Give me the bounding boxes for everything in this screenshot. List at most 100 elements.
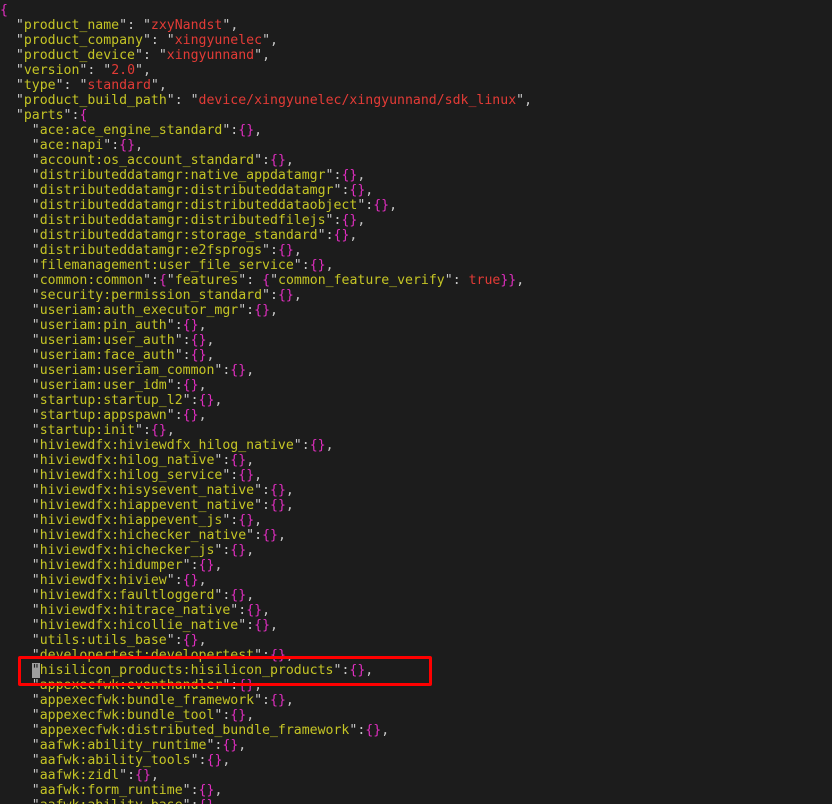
line-parts-open[interactable]: "parts":{ <box>0 108 532 123</box>
line-part-hiviewdfx:hilog_native[interactable]: "hiviewdfx:hilog_native":{}, <box>0 453 532 468</box>
line-part-hiviewdfx:faultloggerd[interactable]: "hiviewdfx:faultloggerd":{}, <box>0 588 532 603</box>
line-part-hisilicon_products:hisilicon_products[interactable]: "hisilicon_products:hisilicon_products":… <box>0 663 532 678</box>
line-part-appexecfwk:distributed_bundle_framework[interactable]: "appexecfwk:distributed_bundle_framework… <box>0 723 532 738</box>
punctuation: : <box>111 138 120 153</box>
line-part-useriam:pin_auth[interactable]: "useriam:pin_auth":{}, <box>0 318 532 333</box>
line-property-product_company[interactable]: "product_company": "xingyunelec", <box>0 33 532 48</box>
punctuation: " <box>31 198 40 213</box>
punctuation: , <box>285 693 294 708</box>
punctuation: " <box>31 558 40 573</box>
punctuation: : <box>182 348 191 363</box>
line-part-distributeddatamgr:native_appdatamgr[interactable]: "distributeddatamgr:native_appdatamgr":{… <box>0 168 532 183</box>
line-part-hiviewdfx:hiview[interactable]: "hiviewdfx:hiview":{}, <box>0 573 532 588</box>
line-part-distributeddatamgr:e2fsprogs[interactable]: "distributeddatamgr:e2fsprogs":{}, <box>0 243 532 258</box>
punctuation: " <box>183 798 191 804</box>
line-property-product_build_path[interactable]: "product_build_path": "device/xingyunele… <box>0 93 532 108</box>
line-part-distributeddatamgr:distributeddatamgr[interactable]: "distributeddatamgr:distributeddatamgr":… <box>0 183 532 198</box>
line-part-distributeddatamgr:storage_standard[interactable]: "distributeddatamgr:storage_standard":{}… <box>0 228 532 243</box>
line-part-common:common[interactable]: "common:common":{"features": {"common_fe… <box>0 273 532 288</box>
punctuation: " <box>254 483 263 498</box>
line-part-useriam:useriam_common[interactable]: "useriam:useriam_common":{}, <box>0 363 532 378</box>
line-part-aafwk:form_runtime[interactable]: "aafwk:form_runtime":{}, <box>0 783 532 798</box>
punctuation: , <box>198 633 207 648</box>
line-part-startup:appspawn[interactable]: "startup:appspawn":{}, <box>0 408 532 423</box>
punctuation: , <box>381 723 390 738</box>
punctuation: " <box>254 648 263 663</box>
json-brace: } <box>285 243 294 258</box>
line-part-useriam:face_auth[interactable]: "useriam:face_auth":{}, <box>0 348 532 363</box>
json-brace: } <box>238 588 247 603</box>
line-part-appexecfwk:eventhandler[interactable]: "appexecfwk:eventhandler":{}, <box>0 678 532 693</box>
punctuation: " <box>32 798 40 804</box>
punctuation: " <box>31 288 40 303</box>
punctuation: " <box>190 93 199 108</box>
punctuation: " <box>31 768 40 783</box>
json-brace: { <box>182 633 191 648</box>
line-part-startup:init[interactable]: "startup:init":{}, <box>0 423 532 438</box>
line-part-aafwk:ability_base[interactable]: "aafwk:ability_base":{}, <box>0 798 532 804</box>
line-part-aafwk:ability_runtime[interactable]: "aafwk:ability_runtime":{}, <box>0 738 532 753</box>
punctuation: , <box>246 453 255 468</box>
json-key: type <box>23 78 56 93</box>
line-part-aafwk:ability_tools[interactable]: "aafwk:ability_tools":{}, <box>0 753 532 768</box>
punctuation: ": <box>119 18 143 33</box>
json-brace: } <box>277 498 286 513</box>
line-part-useriam:user_idm[interactable]: "useriam:user_idm":{}, <box>0 378 532 393</box>
line-part-filemanagement:user_file_service[interactable]: "filemanagement:user_file_service":{}, <box>0 258 532 273</box>
json-key: hiviewdfx:hichecker_js <box>39 543 215 558</box>
code-editor-viewport[interactable]: { "product_name": "zxyNandst", "product_… <box>0 0 832 804</box>
line-part-developertest:developertest[interactable]: "developertest:developertest":{}, <box>0 648 532 663</box>
line-part-hiviewdfx:hisysevent_native[interactable]: "hiviewdfx:hisysevent_native":{}, <box>0 483 532 498</box>
line-part-appexecfwk:bundle_framework[interactable]: "appexecfwk:bundle_framework":{}, <box>0 693 532 708</box>
line-part-utils:utils_base[interactable]: "utils:utils_base":{}, <box>0 633 532 648</box>
punctuation: " <box>31 633 40 648</box>
line-part-ace:ace_engine_standard[interactable]: "ace:ace_engine_standard":{}, <box>0 123 532 138</box>
line-property-product_name[interactable]: "product_name": "zxyNandst", <box>0 18 532 33</box>
line-part-hiviewdfx:hidumper[interactable]: "hiviewdfx:hidumper":{}, <box>0 558 532 573</box>
line-part-distributeddatamgr:distributeddataobject[interactable]: "distributeddatamgr:distributeddataobjec… <box>0 198 532 213</box>
json-key: aafwk:zidl <box>39 768 120 783</box>
line-part-appexecfwk:bundle_tool[interactable]: "appexecfwk:bundle_tool":{}, <box>0 708 532 723</box>
line-part-hiviewdfx:hiappevent_js[interactable]: "hiviewdfx:hiappevent_js":{}, <box>0 513 532 528</box>
punctuation: : <box>269 243 278 258</box>
line-part-hiviewdfx:hilog_service[interactable]: "hiviewdfx:hilog_service":{}, <box>0 468 532 483</box>
punctuation: " <box>31 168 40 183</box>
line-part-hiviewdfx:hichecker_native[interactable]: "hiviewdfx:hichecker_native":{}, <box>0 528 532 543</box>
line-part-hiviewdfx:hiappevent_native[interactable]: "hiviewdfx:hiappevent_native":{}, <box>0 498 532 513</box>
punctuation: : <box>174 633 183 648</box>
json-code-content[interactable]: { "product_name": "zxyNandst", "product_… <box>0 0 532 804</box>
json-key: hiviewdfx:hiview <box>39 573 167 588</box>
punctuation: , <box>198 408 207 423</box>
line-part-aafwk:zidl[interactable]: "aafwk:zidl":{}, <box>0 768 532 783</box>
line-property-version[interactable]: "version": "2.0", <box>0 63 532 78</box>
line-property-type[interactable]: "type": "standard", <box>0 78 532 93</box>
line-part-hiviewdfx:hiviewdfx_hilog_native[interactable]: "hiviewdfx:hiviewdfx_hilog_native":{}, <box>0 438 532 453</box>
line-part-distributeddatamgr:distributedfilejs[interactable]: "distributeddatamgr:distributedfilejs":{… <box>0 213 532 228</box>
punctuation: : <box>174 318 183 333</box>
line-root-open[interactable]: { <box>0 3 532 18</box>
line-property-product_device[interactable]: "product_device": "xingyunnand", <box>0 48 532 63</box>
punctuation: " <box>31 438 40 453</box>
line-part-startup:startup_l2[interactable]: "startup:startup_l2":{}, <box>0 393 532 408</box>
json-key: hiviewdfx:hilog_service <box>39 468 223 483</box>
punctuation: " <box>166 33 175 48</box>
line-part-hiviewdfx:hichecker_js[interactable]: "hiviewdfx:hichecker_js":{}, <box>0 543 532 558</box>
line-part-ace:napi[interactable]: "ace:napi":{}, <box>0 138 532 153</box>
punctuation: , <box>246 708 255 723</box>
json-brace: { <box>79 108 88 123</box>
json-brace: } <box>127 138 136 153</box>
json-brace: { <box>150 423 159 438</box>
text-caret: " <box>31 663 40 678</box>
line-part-security:permission_standard[interactable]: "security:permission_standard":{}, <box>0 288 532 303</box>
line-part-useriam:user_auth[interactable]: "useriam:user_auth":{}, <box>0 333 532 348</box>
line-part-account:os_account_standard[interactable]: "account:os_account_standard":{}, <box>0 153 532 168</box>
json-brace: { <box>270 498 278 513</box>
line-part-useriam:auth_executor_mgr[interactable]: "useriam:auth_executor_mgr":{}, <box>0 303 532 318</box>
line-part-hiviewdfx:hitrace_native[interactable]: "hiviewdfx:hitrace_native":{}, <box>0 603 532 618</box>
punctuation: " <box>142 273 151 288</box>
json-brace: { <box>119 138 128 153</box>
json-brace: { <box>182 408 191 423</box>
punctuation: " <box>166 378 175 393</box>
line-part-hiviewdfx:hicollie_native[interactable]: "hiviewdfx:hicollie_native":{}, <box>0 618 532 633</box>
punctuation: " <box>31 603 40 618</box>
